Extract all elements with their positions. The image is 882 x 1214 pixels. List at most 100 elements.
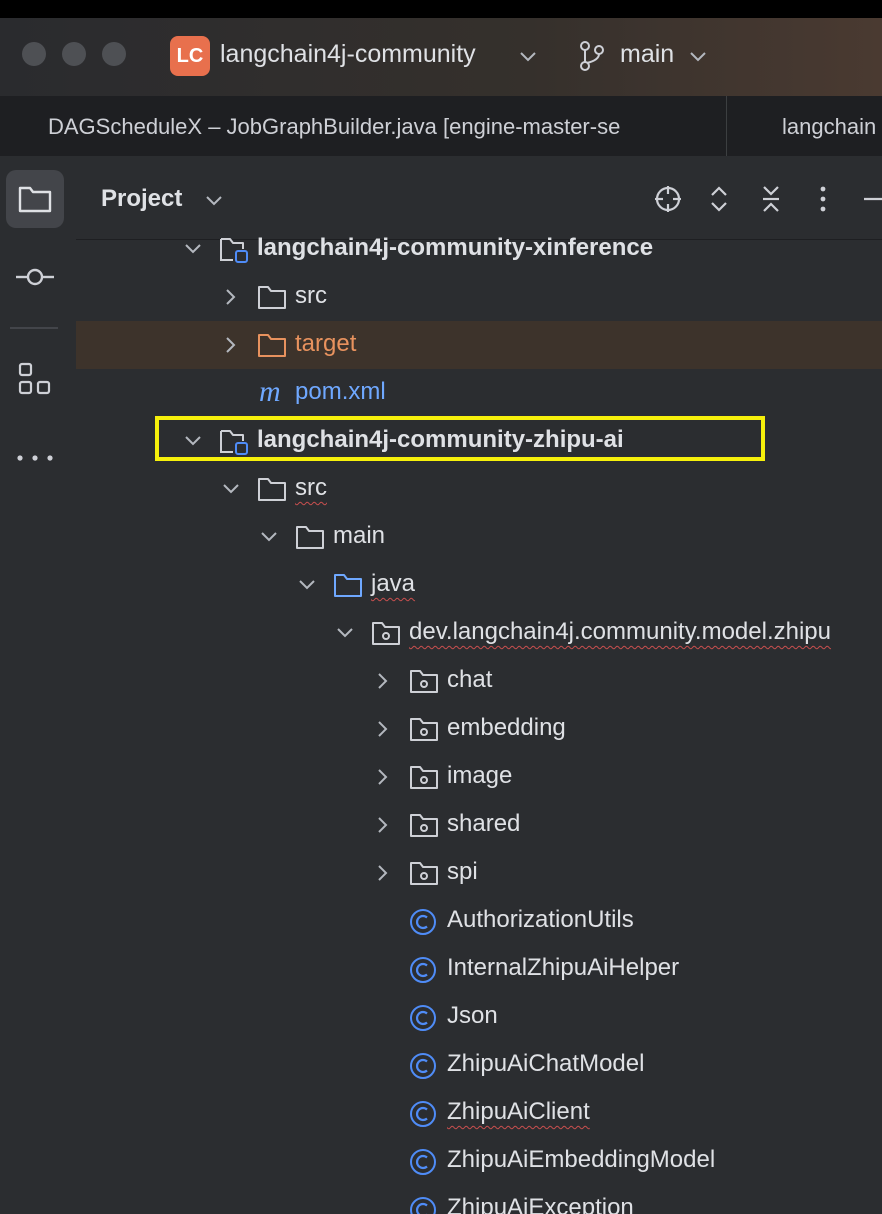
chevron-down-icon[interactable] — [221, 479, 241, 504]
chevron-right-icon[interactable] — [373, 671, 393, 696]
tree-item[interactable]: image — [76, 753, 882, 801]
window-tab-langchain[interactable]: langchain — [782, 114, 876, 140]
tree-item-label: target — [295, 330, 357, 357]
class-icon — [409, 1196, 439, 1214]
package-icon — [371, 620, 401, 651]
locate-icon[interactable] — [653, 184, 683, 214]
panel-title[interactable]: Project — [101, 185, 182, 213]
chevron-right-icon[interactable] — [221, 335, 241, 360]
tree-item-label: langchain4j-community-xinference — [257, 234, 654, 261]
tree-item-label: dev.langchain4j.community.model.zhipu — [409, 618, 832, 645]
project-tool-button[interactable] — [6, 170, 64, 228]
tab-divider — [726, 96, 727, 156]
tree-item[interactable]: m pom.xml — [76, 369, 882, 417]
collapse-all-icon[interactable] — [760, 184, 782, 214]
sidebar-divider — [10, 327, 58, 329]
class-icon — [409, 1004, 439, 1039]
tree-item[interactable]: ZhipuAiChatModel — [76, 1041, 882, 1089]
tree-item-label: chat — [447, 666, 493, 693]
project-switcher[interactable]: langchain4j-community — [220, 40, 476, 69]
tool-window-sidebar — [0, 157, 77, 1214]
close-window-button[interactable] — [22, 42, 46, 66]
tree-item-label: ZhipuAiException — [447, 1194, 634, 1214]
tree-item-label: ZhipuAiEmbeddingModel — [447, 1146, 716, 1173]
chevron-right-icon[interactable] — [373, 719, 393, 744]
svg-text:m: m — [259, 380, 281, 406]
title-bar: LC langchain4j-community main — [0, 0, 882, 96]
expand-all-icon[interactable] — [708, 184, 730, 214]
tree-item[interactable]: dev.langchain4j.community.model.zhipu — [76, 609, 882, 657]
maven-icon: m — [257, 375, 289, 411]
folder-icon — [257, 476, 287, 507]
tree-item[interactable]: Json — [76, 993, 882, 1041]
chevron-down-icon[interactable] — [204, 194, 224, 208]
chevron-down-icon[interactable] — [183, 239, 203, 264]
tree-item-label: image — [447, 762, 513, 789]
package-icon — [409, 668, 439, 699]
tree-item[interactable]: AuthorizationUtils — [76, 897, 882, 945]
project-panel: Project langchain4j-community-xinference… — [76, 157, 882, 1214]
tree-item[interactable]: main — [76, 513, 882, 561]
chevron-down-icon[interactable] — [518, 50, 538, 64]
tree-item[interactable]: shared — [76, 801, 882, 849]
tree-item[interactable]: embedding — [76, 705, 882, 753]
chevron-right-icon[interactable] — [373, 863, 393, 888]
module-icon — [219, 236, 251, 269]
tree-item-label: src — [295, 282, 327, 309]
package-icon — [409, 764, 439, 795]
folder-icon — [257, 284, 287, 315]
options-icon[interactable] — [818, 184, 828, 214]
class-icon — [409, 1052, 439, 1087]
tree-item-label: main — [333, 522, 386, 549]
tree-item-label: shared — [447, 810, 521, 837]
tree-item-label: src — [295, 474, 327, 501]
hide-panel-icon[interactable] — [862, 197, 882, 201]
tree-item[interactable]: src — [76, 273, 882, 321]
folder-orange-icon — [257, 332, 287, 363]
more-tools-icon[interactable] — [16, 453, 54, 463]
tree-item[interactable]: target — [76, 321, 882, 369]
tree-item-label: ZhipuAiClient — [447, 1098, 590, 1125]
tree-item[interactable]: ZhipuAiEmbeddingModel — [76, 1137, 882, 1185]
chevron-right-icon[interactable] — [373, 815, 393, 840]
tree-item-label: spi — [447, 858, 478, 885]
folder-icon — [18, 186, 52, 213]
class-icon — [409, 908, 439, 943]
tree-item[interactable]: spi — [76, 849, 882, 897]
class-icon — [409, 1100, 439, 1135]
tree-item-label: pom.xml — [295, 378, 386, 405]
tree-item[interactable]: ZhipuAiClient — [76, 1089, 882, 1137]
minimize-window-button[interactable] — [62, 42, 86, 66]
window-tabs: DAGScheduleX – JobGraphBuilder.java [eng… — [0, 96, 882, 157]
class-icon — [409, 1148, 439, 1183]
branch-switcher[interactable]: main — [620, 40, 674, 69]
tree-item-label: embedding — [447, 714, 566, 741]
window-tab-dagschedulex[interactable]: DAGScheduleX – JobGraphBuilder.java [eng… — [48, 114, 620, 140]
tree-item-label: AuthorizationUtils — [447, 906, 634, 933]
maximize-window-button[interactable] — [102, 42, 126, 66]
chevron-down-icon[interactable] — [297, 575, 317, 600]
chevron-down-icon[interactable] — [688, 50, 708, 64]
tree-item-label: Json — [447, 1002, 498, 1029]
highlight-box — [155, 416, 765, 461]
commit-icon[interactable] — [14, 265, 56, 289]
chevron-right-icon[interactable] — [221, 287, 241, 312]
tree-item[interactable]: InternalZhipuAiHelper — [76, 945, 882, 993]
folder-blue-icon — [333, 572, 363, 603]
tree-item-label: ZhipuAiChatModel — [447, 1050, 645, 1077]
chevron-down-icon[interactable] — [335, 623, 355, 648]
project-badge[interactable]: LC — [170, 36, 210, 76]
folder-icon — [295, 524, 325, 555]
package-icon — [409, 860, 439, 891]
chevron-down-icon[interactable] — [259, 527, 279, 552]
git-branch-icon — [580, 41, 604, 71]
tree-item[interactable]: ZhipuAiException — [76, 1185, 882, 1214]
tree-item[interactable]: langchain4j-community-xinference — [76, 225, 882, 273]
package-icon — [409, 812, 439, 843]
chevron-right-icon[interactable] — [373, 767, 393, 792]
structure-icon[interactable] — [18, 362, 52, 396]
tree-item-label: InternalZhipuAiHelper — [447, 954, 680, 981]
tree-item[interactable]: src — [76, 465, 882, 513]
tree-item[interactable]: chat — [76, 657, 882, 705]
tree-item[interactable]: java — [76, 561, 882, 609]
